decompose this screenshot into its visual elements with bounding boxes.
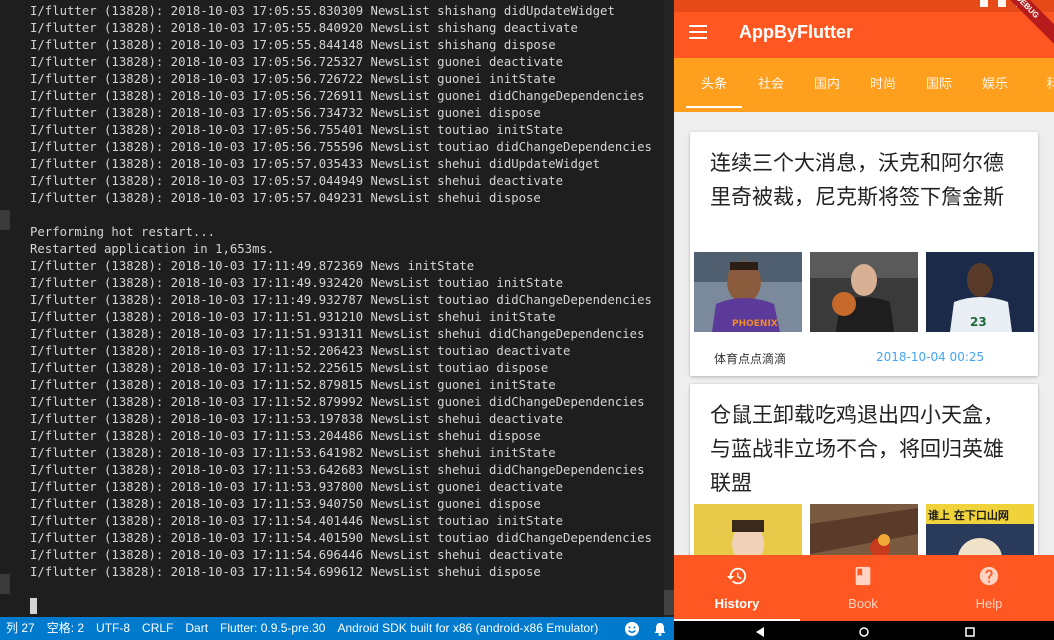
log-line: Restarted application in 1,653ms. [30, 242, 275, 256]
thumbnail-banner-text: 谁上 在下口山网 [928, 508, 1009, 522]
news-card[interactable]: 连续三个大消息，沃克和阿尔德里奇被裁，尼克斯将签下詹金斯 PHOENIX 23 … [690, 132, 1038, 376]
news-thumbnail [810, 252, 918, 332]
log-line: I/flutter (13828): 2018-10-03 17:11:54.4… [30, 531, 652, 545]
log-line: I/flutter (13828): 2018-10-03 17:05:56.7… [30, 140, 652, 154]
recents-icon[interactable] [964, 627, 976, 637]
log-line: I/flutter (13828): 2018-10-03 17:11:54.4… [30, 514, 564, 528]
tab-guoji[interactable]: 国际 [912, 58, 966, 112]
news-headline: 连续三个大消息，沃克和阿尔德里奇被裁，尼克斯将签下詹金斯 [710, 151, 1004, 209]
nav-book[interactable]: Book [800, 555, 926, 621]
log-line: I/flutter (13828): 2018-10-03 17:11:52.8… [30, 378, 556, 392]
bottom-navigation: History Book Help [674, 555, 1054, 621]
nav-history[interactable]: History [674, 555, 800, 621]
debug-console-output[interactable]: I/flutter (13828): 2018-10-03 17:05:55.8… [0, 0, 674, 617]
jersey-text: PHOENIX [732, 319, 778, 329]
tab-shishang[interactable]: 时尚 [856, 58, 910, 112]
log-line: I/flutter (13828): 2018-10-03 17:11:49.8… [30, 259, 475, 273]
tab-indicator [686, 106, 742, 108]
news-thumbnail [694, 504, 802, 555]
log-line: I/flutter (13828): 2018-10-03 17:05:56.7… [30, 55, 564, 69]
log-line: I/flutter (13828): 2018-10-03 17:05:55.8… [30, 4, 615, 18]
log-line: I/flutter (13828): 2018-10-03 17:11:54.6… [30, 548, 564, 562]
log-line: I/flutter (13828): 2018-10-03 17:11:53.2… [30, 429, 541, 443]
log-lines: I/flutter (13828): 2018-10-03 17:05:55.8… [30, 3, 652, 581]
app-bar: AppByFlutter [674, 12, 1054, 58]
category-tab-bar: 头条 社会 国内 时尚 国际 娱乐 科 [674, 58, 1054, 112]
status-device[interactable]: Android SDK built for x86 (android-x86 E… [331, 617, 604, 640]
news-source: 体育点点滴滴 [714, 352, 787, 366]
log-line: I/flutter (13828): 2018-10-03 17:11:53.9… [30, 497, 541, 511]
bell-icon[interactable] [652, 621, 668, 637]
log-line: I/flutter (13828): 2018-10-03 17:11:53.6… [30, 446, 556, 460]
news-headline: 仓鼠王卸载吃鸡退出四小天盒，与蓝战非立场不合，将回归英雄联盟 [710, 403, 1004, 495]
gutter-marker [0, 210, 10, 230]
log-line: I/flutter (13828): 2018-10-03 17:05:56.7… [30, 106, 541, 120]
news-thumbnail: 谁上 在下口山网 [926, 504, 1034, 555]
log-line: I/flutter (13828): 2018-10-03 17:05:56.7… [30, 123, 564, 137]
news-thumbnail: 23 [926, 252, 1034, 332]
log-line: I/flutter (13828): 2018-10-03 17:11:51.9… [30, 327, 645, 341]
log-line: I/flutter (13828): 2018-10-03 17:05:57.0… [30, 191, 541, 205]
log-line: I/flutter (13828): 2018-10-03 17:11:49.9… [30, 276, 564, 290]
signal-icon [998, 0, 1006, 7]
log-line [30, 207, 652, 224]
log-line: I/flutter (13828): 2018-10-03 17:11:51.9… [30, 310, 556, 324]
status-eol[interactable]: CRLF [136, 617, 179, 640]
log-line: I/flutter (13828): 2018-10-03 17:05:57.0… [30, 174, 564, 188]
log-line: Performing hot restart... [30, 225, 216, 239]
status-indentation[interactable]: 空格: 2 [41, 617, 90, 640]
log-line: I/flutter (13828): 2018-10-03 17:05:55.8… [30, 38, 556, 52]
log-line: I/flutter (13828): 2018-10-03 17:11:53.6… [30, 463, 645, 477]
news-thumbnail [810, 504, 918, 555]
status-language[interactable]: Dart [179, 617, 214, 640]
app-title: AppByFlutter [739, 22, 853, 42]
tab-keji[interactable]: 科 [1026, 58, 1054, 112]
log-line: I/flutter (13828): 2018-10-03 17:11:52.2… [30, 361, 549, 375]
vertical-scrollbar[interactable] [664, 0, 674, 617]
log-line: I/flutter (13828): 2018-10-03 17:11:52.2… [30, 344, 571, 358]
scrollbar-thumb[interactable] [664, 590, 674, 615]
wifi-icon [980, 0, 988, 7]
news-list[interactable]: 连续三个大消息，沃克和阿尔德里奇被裁，尼克斯将签下詹金斯 PHOENIX 23 … [674, 112, 1054, 555]
tab-toutiao[interactable]: 头条 [686, 58, 742, 112]
back-icon[interactable] [754, 627, 766, 637]
news-time: 2018-10-04 00:25 [876, 350, 985, 364]
nav-history-label: History [714, 596, 760, 611]
history-icon [726, 567, 747, 585]
log-line: I/flutter (13828): 2018-10-03 17:05:55.8… [30, 21, 578, 35]
tab-shehui[interactable]: 社会 [744, 58, 798, 112]
android-emulator: AppByFlutter DEBUG 头条 社会 国内 时尚 国际 娱乐 科 连… [674, 0, 1054, 640]
android-navigation-bar [674, 621, 1054, 640]
gutter-marker [0, 574, 10, 594]
book-icon [855, 566, 871, 586]
help-icon [979, 566, 999, 586]
log-line: I/flutter (13828): 2018-10-03 17:05:57.0… [30, 157, 601, 171]
log-line: I/flutter (13828): 2018-10-03 17:11:49.9… [30, 293, 652, 307]
tab-yule[interactable]: 娱乐 [968, 58, 1022, 112]
log-line: I/flutter (13828): 2018-10-03 17:05:56.7… [30, 72, 556, 86]
text-cursor [30, 598, 37, 614]
log-line: I/flutter (13828): 2018-10-03 17:11:53.9… [30, 480, 564, 494]
nav-book-label: Book [848, 596, 878, 611]
system-status-bar [674, 0, 1054, 12]
log-line: I/flutter (13828): 2018-10-03 17:11:52.8… [30, 395, 645, 409]
tab-guonei[interactable]: 国内 [800, 58, 854, 112]
log-line: I/flutter (13828): 2018-10-03 17:11:53.1… [30, 412, 564, 426]
log-line: I/flutter (13828): 2018-10-03 17:11:54.6… [30, 565, 541, 579]
nav-help-label: Help [975, 596, 1003, 611]
smiley-icon[interactable] [624, 621, 640, 637]
status-flutter-version[interactable]: Flutter: 0.9.5-pre.30 [214, 617, 331, 640]
status-encoding[interactable]: UTF-8 [90, 617, 136, 640]
news-card[interactable]: 仓鼠王卸载吃鸡退出四小天盒，与蓝战非立场不合，将回归英雄联盟 谁上 在下口山网 [690, 384, 1038, 555]
hamburger-menu-icon[interactable] [689, 25, 707, 39]
news-thumbnail: PHOENIX [694, 252, 802, 332]
status-bar: 列 27 空格: 2 UTF-8 CRLF Dart Flutter: 0.9.… [0, 617, 674, 640]
status-column[interactable]: 列 27 [0, 617, 41, 640]
log-line: I/flutter (13828): 2018-10-03 17:05:56.7… [30, 89, 645, 103]
home-icon[interactable] [858, 627, 870, 637]
nav-help[interactable]: Help [926, 555, 1052, 621]
debug-console-panel: I/flutter (13828): 2018-10-03 17:05:55.8… [0, 0, 674, 640]
jersey-number: 23 [970, 315, 987, 329]
